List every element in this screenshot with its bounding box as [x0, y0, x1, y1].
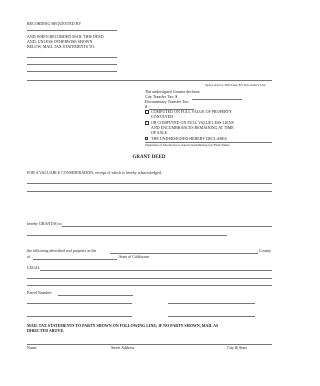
- computed-less-liens-checkbox[interactable]: [145, 121, 149, 125]
- parcel-number-line[interactable]: [58, 295, 133, 296]
- recording-requested-by: RECORDING REQUESTED BY: [27, 21, 82, 26]
- state-text: , State of California:: [117, 254, 150, 259]
- recording-requested-line[interactable]: [27, 30, 117, 31]
- legal-label: LEGAL: [27, 265, 41, 270]
- computed-full-value-checkbox[interactable]: [145, 110, 149, 114]
- mail-to-line-2[interactable]: [27, 64, 117, 65]
- county-name-line[interactable]: [33, 259, 117, 260]
- recorder-space-note: Space Above This Line For Recorder's Use: [205, 83, 266, 87]
- of-text: of: [27, 254, 31, 259]
- recorder-divider-line: [27, 80, 272, 81]
- mail-statements-line-2: DIRECTED ABOVE.: [27, 328, 65, 333]
- signature-line-right-1[interactable]: [168, 303, 255, 304]
- mail-to-line-1[interactable]: [27, 57, 117, 58]
- street-address-caption: Street Address: [111, 345, 135, 350]
- declares-marker: [145, 137, 148, 140]
- legal-line-1[interactable]: [40, 270, 272, 271]
- mail-to-line-3[interactable]: [27, 71, 117, 72]
- computed-full-value-label-2: CONVEYED: [151, 114, 173, 119]
- computed-less-liens-label-3: OF SALE.: [151, 130, 169, 135]
- legal-line-3[interactable]: [27, 285, 272, 286]
- grantor-line-1[interactable]: [27, 183, 272, 184]
- property-in-text: the following described real property in…: [27, 248, 97, 253]
- signature-caption: Signature of Declarant or Agent determin…: [145, 143, 230, 147]
- signature-line-left-1[interactable]: [27, 303, 132, 304]
- name-caption: Name: [27, 345, 37, 350]
- consideration-text: FOR A VALUABLE CONSIDERATION, receipt of…: [27, 170, 162, 175]
- documentary-dollar-sign: $: [145, 104, 147, 109]
- grantor-line-2[interactable]: [27, 191, 272, 192]
- signature-line-left-2[interactable]: [27, 316, 132, 317]
- documentary-transfer-tax: Documentary Transfer Tax:: [145, 99, 190, 104]
- city-transfer-tax-line[interactable]: [192, 99, 242, 100]
- city-state-caption: City & State: [227, 345, 247, 350]
- page-title: GRANT DEED: [132, 155, 166, 160]
- undersigned-declares: THE UNDERSIGNED HEREBY DECLARES: [151, 136, 227, 141]
- legal-line-2[interactable]: [27, 278, 272, 279]
- mail-instructions-line-3: BELOW, MAIL TAX STATEMENTS TO:: [27, 44, 96, 49]
- parcel-number-label: Parcel Number:: [27, 290, 53, 295]
- county-text: , County: [257, 248, 271, 253]
- grants-to-text: hereby GRANT(S) to: [27, 221, 62, 226]
- signature-line-right-2[interactable]: [168, 316, 255, 317]
- grantee-line-2[interactable]: [27, 235, 227, 236]
- grantee-line-1[interactable]: [62, 226, 272, 227]
